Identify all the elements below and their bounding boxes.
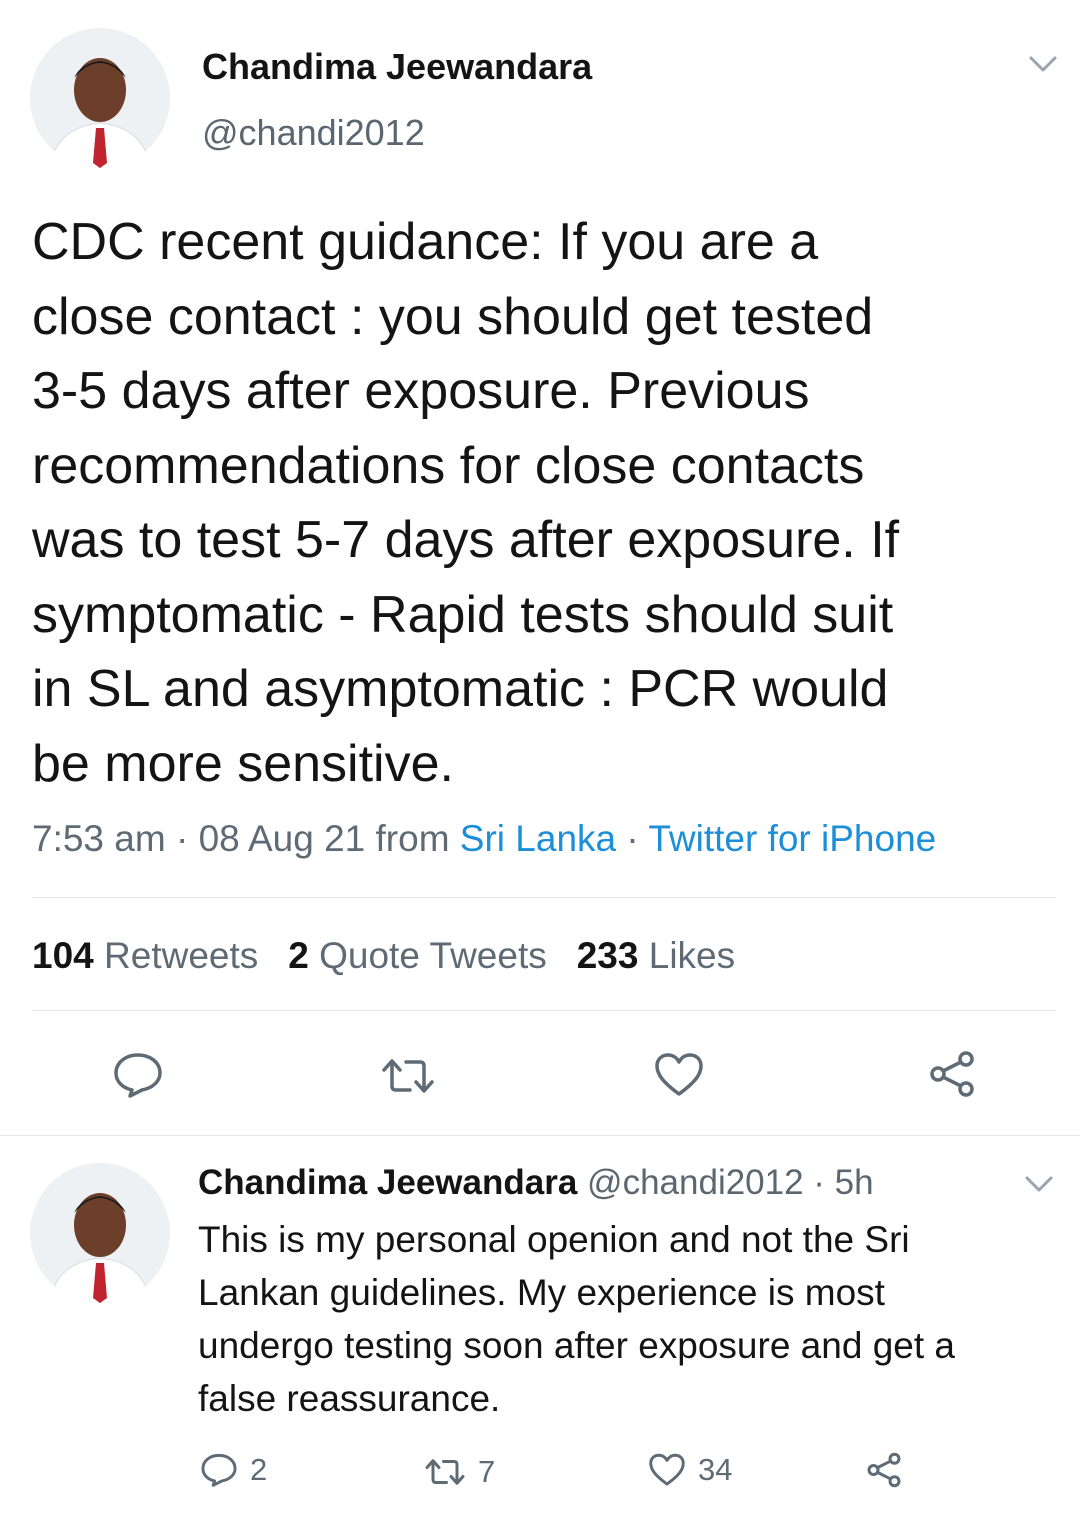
tweet-timestamp[interactable]: 7:53 am · 08 Aug 21 from [32,818,460,859]
reply-retweet-button[interactable]: 7 [424,1454,495,1490]
retweet-icon [425,1459,465,1485]
reply-share-button[interactable] [866,1452,902,1488]
retweets-label: Retweets [104,935,259,976]
reply-author-handle[interactable]: @chandi2012 [587,1163,804,1202]
chevron-down-icon[interactable] [1028,54,1058,74]
like-button[interactable] [654,1052,704,1098]
meta-separator: · [616,818,649,859]
divider [0,1135,1080,1136]
quotes-label: Quote Tweets [319,935,547,976]
reply-button[interactable] [112,1052,164,1098]
retweets-count: 104 [32,935,94,976]
quotes-count: 2 [288,935,309,976]
quotes-stat[interactable]: 2 Quote Tweets [288,935,546,976]
reply-author-name[interactable]: Chandima Jeewandara [198,1163,577,1202]
tweet-stats: 104 Retweets 2 Quote Tweets 233 Likes [32,935,735,977]
likes-count: 233 [576,935,639,976]
author-avatar[interactable] [30,28,170,168]
reply-retweets-count: 7 [478,1454,496,1489]
share-icon [867,1452,901,1488]
reply-like-button[interactable]: 34 [648,1452,732,1488]
source-link[interactable]: Twitter for iPhone [648,818,936,859]
share-button[interactable] [928,1050,976,1098]
tweet-meta: 7:53 am · 08 Aug 21 from Sri Lanka · Twi… [32,818,936,860]
retweet-button[interactable] [380,1056,436,1096]
reply-time[interactable]: · 5h [804,1163,873,1202]
divider [32,1010,1056,1011]
likes-stat[interactable]: 233 Likes [577,935,735,976]
tweet-text: CDC recent guidance: If you are a close … [32,213,900,793]
like-icon [655,1053,703,1096]
share-icon [930,1051,974,1097]
divider [32,897,1056,898]
reply-icon [114,1053,162,1098]
reply-author-avatar[interactable] [30,1163,170,1303]
likes-label: Likes [648,935,736,976]
reply-text: This is my personal openion and not the … [198,1219,955,1419]
reply-icon [201,1453,237,1487]
reply-header: Chandima Jeewandara @chandi2012 · 5h [198,1163,874,1203]
author-name[interactable]: Chandima Jeewandara [202,46,592,88]
like-icon [649,1453,685,1486]
reply-likes-count: 34 [698,1452,733,1487]
retweet-icon [382,1059,434,1093]
retweets-stat[interactable]: 104 Retweets [32,935,258,976]
location-link[interactable]: Sri Lanka [460,818,616,859]
reply-reply-button[interactable]: 2 [200,1452,267,1488]
chevron-down-icon[interactable] [1024,1174,1054,1194]
author-handle[interactable]: @chandi2012 [202,112,425,154]
reply-replies-count: 2 [250,1452,268,1487]
